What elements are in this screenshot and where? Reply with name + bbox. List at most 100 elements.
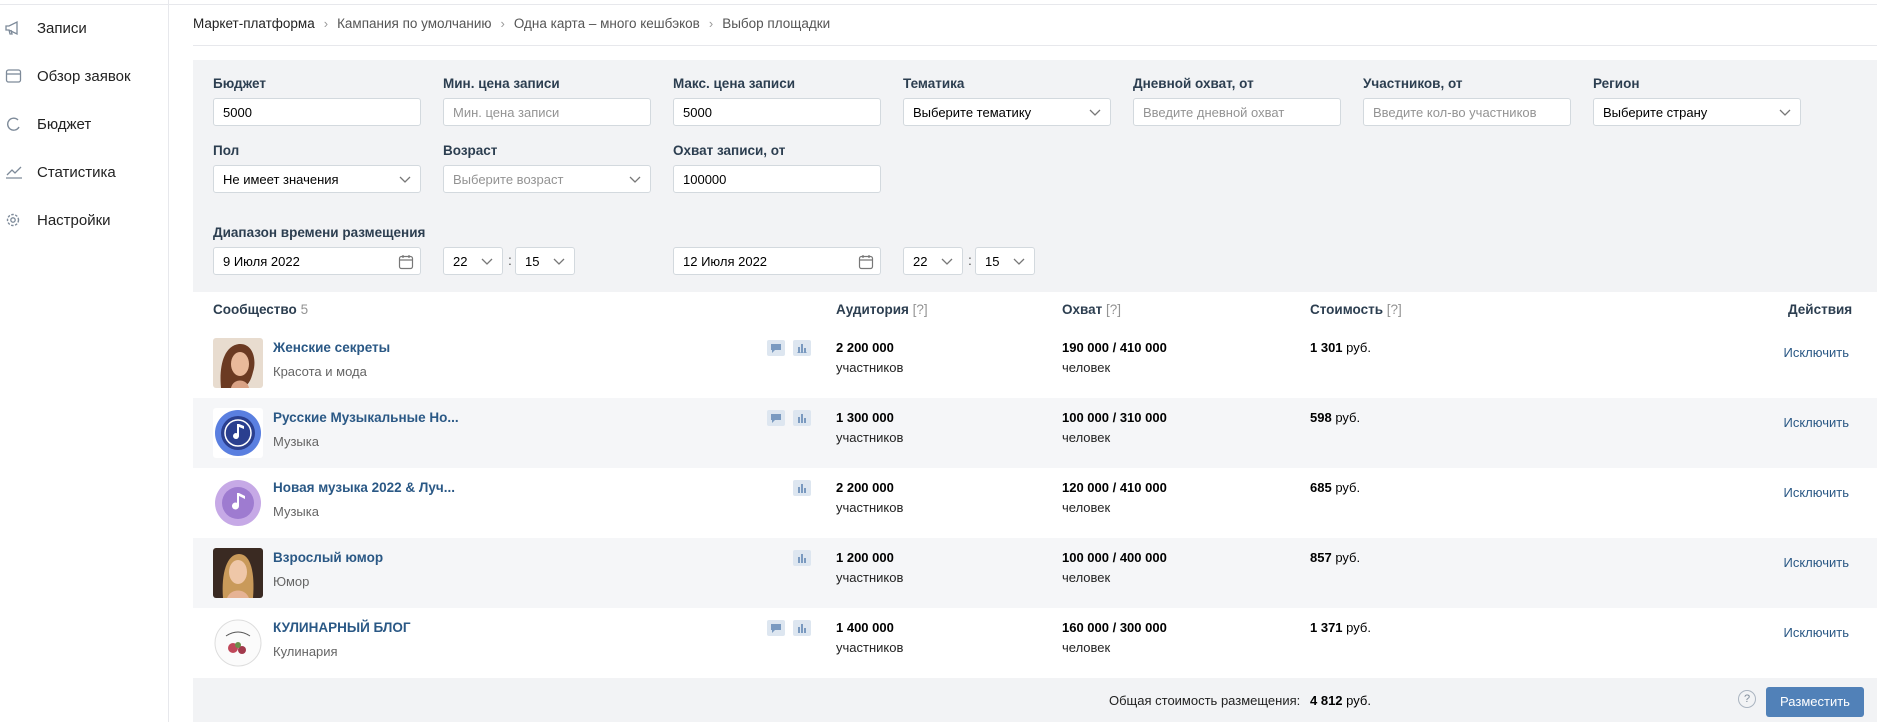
stats-icon[interactable] (793, 340, 811, 356)
stats-icon[interactable] (793, 410, 811, 426)
cost-unit: руб. (1346, 340, 1371, 355)
region-select[interactable]: Выберите страну (1593, 98, 1801, 126)
budget-value: 5000 (223, 104, 252, 120)
community-name[interactable]: Взрослый юмор (273, 550, 383, 565)
community-count: 5 (300, 302, 309, 317)
gender-select[interactable]: Не имеет значения (213, 165, 421, 193)
to-date-input[interactable]: 12 Июля 2022 (673, 247, 881, 275)
from-hour-select[interactable]: 22 (443, 247, 503, 275)
breadcrumb-item[interactable]: Кампания по умолчанию (337, 16, 491, 31)
cost-value: 857 руб. (1310, 550, 1360, 565)
help-icon[interactable]: [?] (1106, 302, 1121, 317)
footer-bar: Общая стоимость размещения: 4 812 руб. ?… (193, 678, 1877, 722)
help-icon[interactable]: [?] (913, 302, 928, 317)
audience-unit: участников (836, 500, 904, 515)
col-audience: Аудитория [?] (836, 302, 928, 317)
breadcrumb-item: Выбор площадки (722, 15, 831, 31)
from-min-select[interactable]: 15 (515, 247, 575, 275)
to-min-select[interactable]: 15 (975, 247, 1035, 275)
audience-unit: участников (836, 640, 904, 655)
sidebar-item-label: Бюджет (37, 115, 92, 133)
min-price-input[interactable]: Мин. цена записи (443, 98, 651, 126)
gear-icon (6, 213, 20, 227)
breadcrumb-item[interactable]: Одна карта – много кешбэков (514, 16, 700, 31)
chevron-down-icon (941, 258, 953, 265)
sidebar-item-stats[interactable]: Статистика (0, 157, 165, 187)
to-hour-select[interactable]: 22 (903, 247, 963, 275)
cost-amount: 1 371 (1310, 620, 1343, 635)
community-name[interactable]: Женские секреты (273, 340, 390, 355)
help-icon[interactable]: ? (1738, 690, 1756, 708)
reach-unit: человек (1062, 360, 1111, 375)
sidebar-item-label: Записи (37, 19, 87, 37)
reach-unit: человек (1062, 570, 1111, 585)
sidebar-item-settings[interactable]: Настройки (0, 205, 165, 235)
table-row: Русские Музыкальные Но... Музыка 1 300 0… (193, 398, 1877, 468)
calendar-icon (858, 255, 874, 270)
reach-value: 100 000 / 400 000 (1062, 550, 1167, 565)
cost-unit: руб. (1335, 410, 1361, 425)
to-hour-value: 22 (913, 253, 928, 269)
topic-select[interactable]: Выберите тематику (903, 98, 1111, 126)
budget-input[interactable]: 5000 (213, 98, 421, 126)
woman-portrait-icon (213, 548, 263, 598)
gender-label: Пол (213, 143, 240, 158)
community-category: Красота и мода (273, 364, 367, 379)
community-category: Музыка (273, 504, 319, 519)
to-date-value: 12 Июля 2022 (683, 253, 768, 269)
music-note-icon (213, 478, 263, 528)
audience-value: 1 300 000 (836, 410, 894, 425)
sidebar-item-label: Настройки (37, 211, 111, 229)
topic-label: Тематика (903, 76, 965, 91)
sidebar-item-requests[interactable]: Обзор заявок (0, 61, 165, 91)
exclude-button[interactable]: Исключить (1784, 485, 1850, 500)
col-reach: Охват [?] (1062, 302, 1121, 317)
post-reach-value: 100000 (683, 171, 727, 187)
post-reach-input[interactable]: 100000 (673, 165, 881, 193)
filter-panel: Бюджет Мин. цена записи Макс. цена запис… (193, 60, 1877, 292)
reach-value: 190 000 / 410 000 (1062, 340, 1167, 355)
cost-amount: 1 301 (1310, 340, 1343, 355)
exclude-button[interactable]: Исключить (1784, 345, 1850, 360)
max-price-input[interactable]: 5000 (673, 98, 881, 126)
community-name[interactable]: КУЛИНАРНЫЙ БЛОГ (273, 620, 411, 635)
sidebar-item-budget[interactable]: Бюджет (0, 109, 165, 139)
card-icon (5, 69, 22, 83)
members-placeholder: Введите кол-во участников (1373, 104, 1537, 120)
stats-icon[interactable] (793, 620, 811, 636)
comment-icon[interactable] (767, 410, 785, 426)
place-button[interactable]: Разместить (1766, 687, 1864, 717)
budget-label: Бюджет (213, 76, 266, 91)
community-name[interactable]: Русские Музыкальные Но... (273, 410, 459, 425)
age-select[interactable]: Выберите возраст (443, 165, 651, 193)
members-input[interactable]: Введите кол-во участников (1363, 98, 1571, 126)
audience-unit: участников (836, 360, 904, 375)
chevron-down-icon (1013, 258, 1025, 265)
divider (193, 45, 1877, 46)
breadcrumb-item[interactable]: Маркет-платформа (193, 16, 315, 31)
exclude-button[interactable]: Исключить (1784, 625, 1850, 640)
daily-reach-input[interactable]: Введите дневной охват (1133, 98, 1341, 126)
col-cost: Стоимость [?] (1310, 302, 1402, 317)
table-row: Женские секреты Красота и мода 2 200 000… (193, 328, 1877, 398)
table-row: Взрослый юмор Юмор 1 200 000 участников … (193, 538, 1877, 608)
from-date-input[interactable]: 9 Июля 2022 (213, 247, 421, 275)
comment-icon[interactable] (767, 340, 785, 356)
breadcrumb: Маркет-платформа › Кампания по умолчанию… (193, 13, 830, 33)
help-icon[interactable]: [?] (1387, 302, 1402, 317)
col-actions: Действия (1788, 302, 1853, 317)
stats-icon[interactable] (793, 550, 811, 566)
comment-icon[interactable] (767, 620, 785, 636)
sidebar-item-posts[interactable]: Записи (0, 13, 165, 43)
stats-icon[interactable] (793, 480, 811, 496)
cost-value: 685 руб. (1310, 480, 1360, 495)
table-header: Сообщество 5 Аудитория [?] Охват [?] Сто… (193, 292, 1877, 328)
exclude-button[interactable]: Исключить (1784, 555, 1850, 570)
sidebar-item-label: Статистика (37, 163, 116, 181)
total-amount: 4 812 (1310, 693, 1343, 708)
age-value: Выберите возраст (453, 171, 564, 187)
community-category: Кулинария (273, 644, 338, 659)
exclude-button[interactable]: Исключить (1784, 415, 1850, 430)
calendar-icon (398, 255, 414, 270)
community-name[interactable]: Новая музыка 2022 & Луч... (273, 480, 455, 495)
